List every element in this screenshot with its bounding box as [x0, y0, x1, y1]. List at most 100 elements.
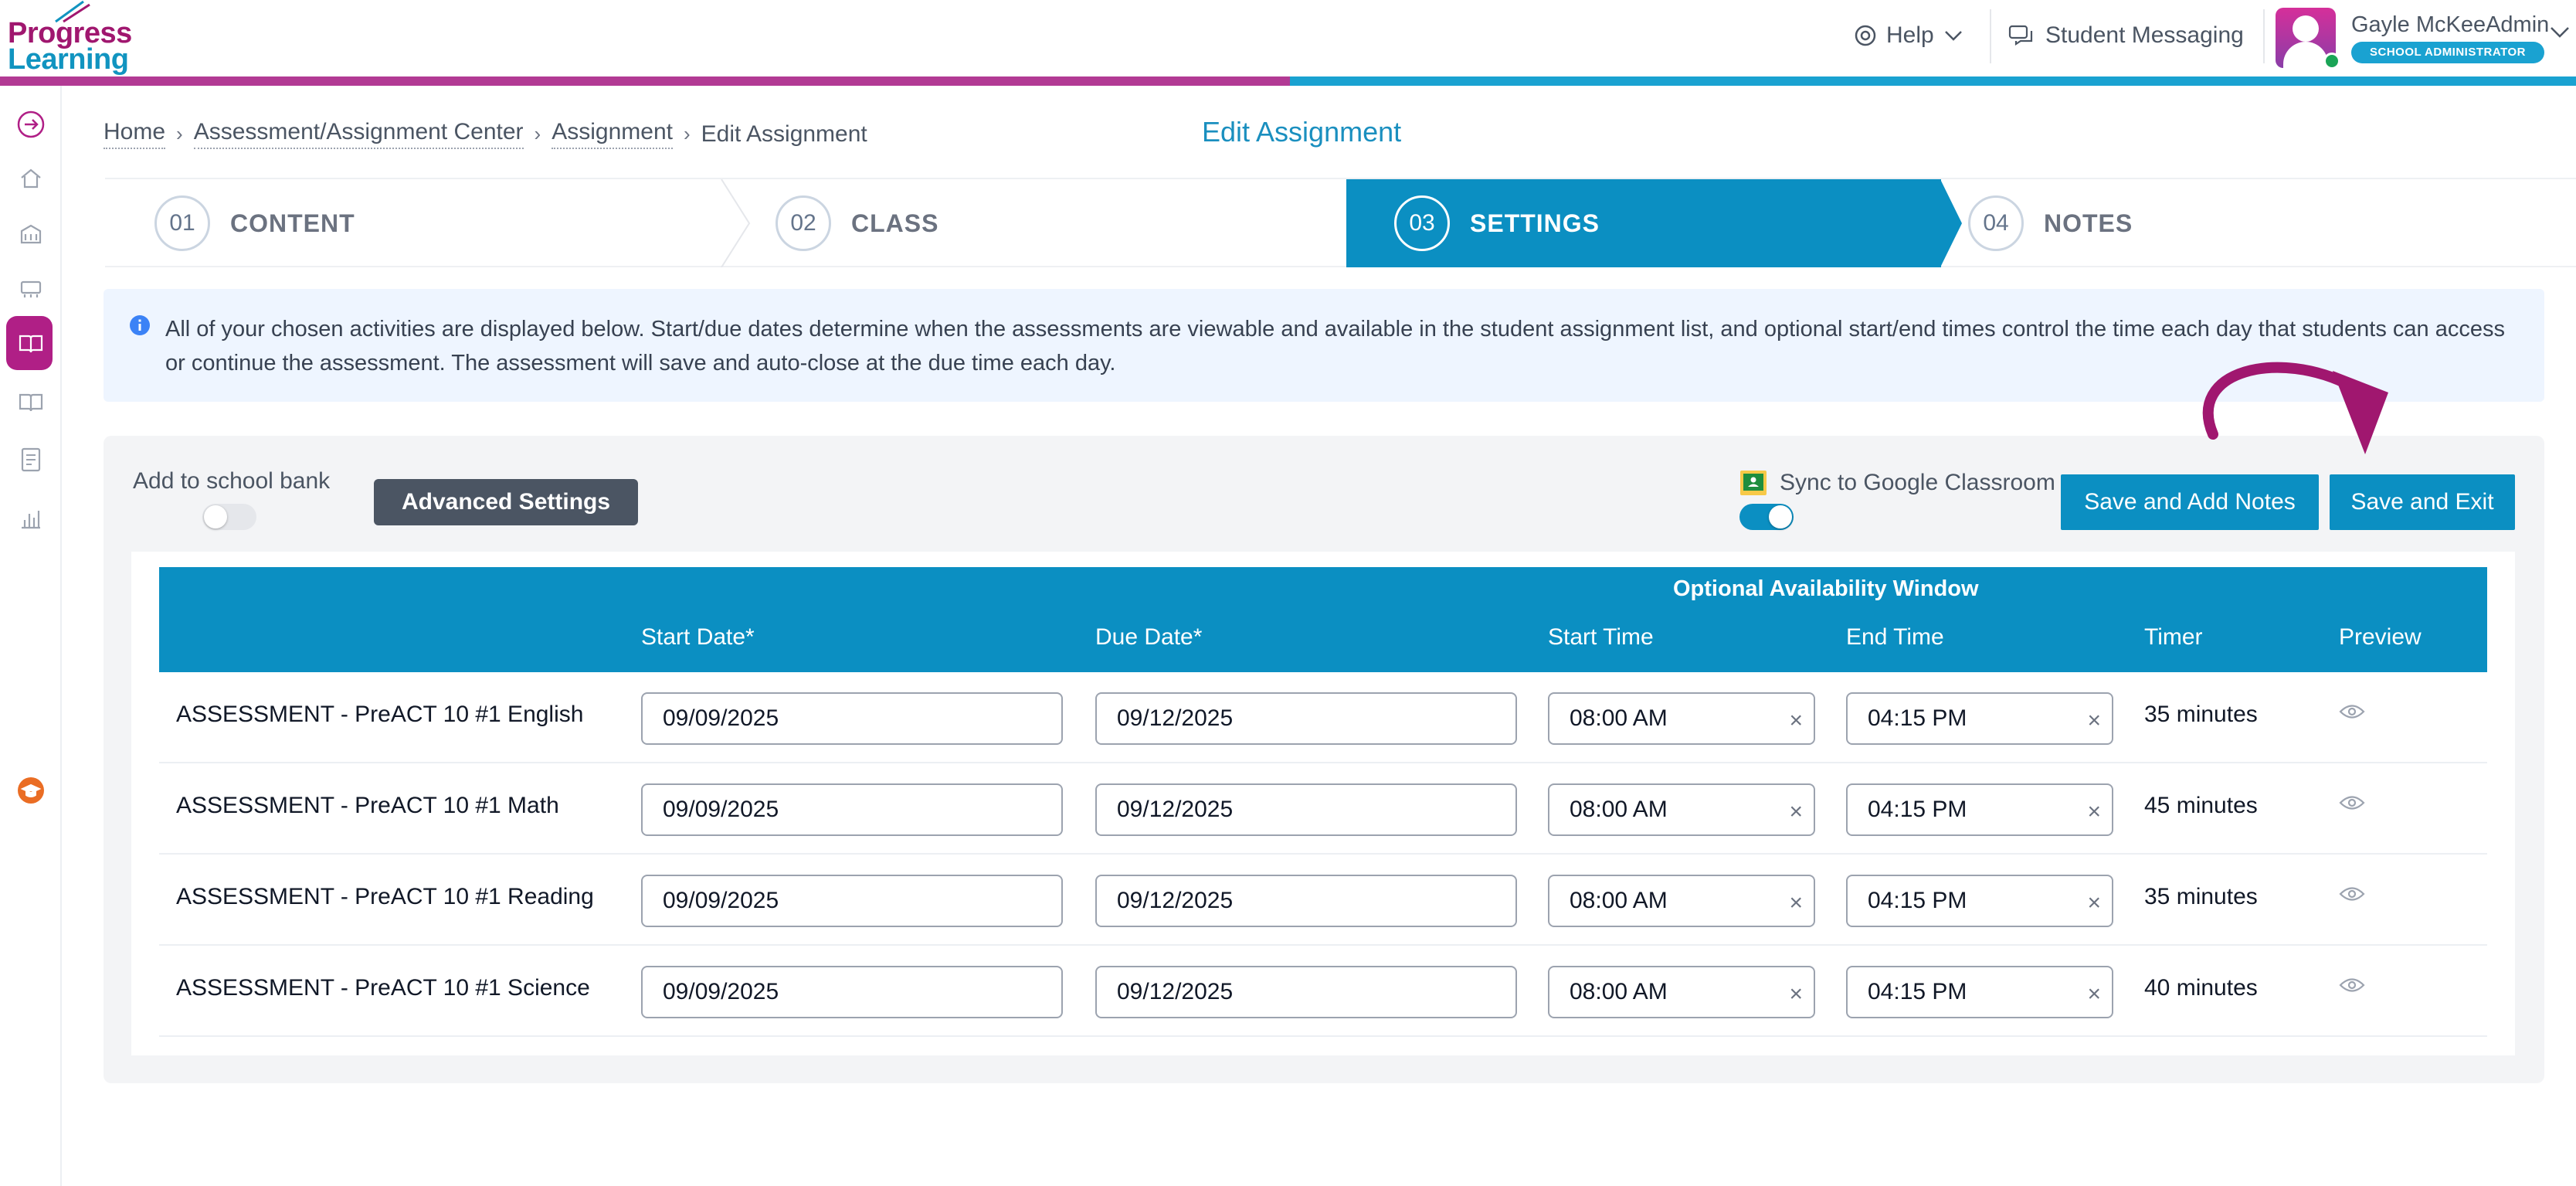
start-date-input[interactable]: 09/09/2025 [641, 692, 1063, 745]
end-time-input[interactable]: 04:15 PM × [1846, 692, 2113, 745]
google-classroom-sync: Sync to Google Classroom [1739, 470, 2055, 496]
step-number: 02 [776, 195, 831, 251]
save-and-add-notes-button[interactable]: Save and Add Notes [2061, 474, 2319, 530]
top-header: Progress Learning Help Student Messaging… [0, 0, 2576, 86]
breadcrumb-assessment-center[interactable]: Assessment/Assignment Center [193, 119, 524, 149]
start-time-input[interactable]: 08:00 AM × [1548, 692, 1815, 745]
start-date-input[interactable]: 09/09/2025 [641, 875, 1063, 927]
clear-icon[interactable]: × [2087, 708, 2101, 734]
student-messaging-link[interactable]: Student Messaging [2008, 20, 2244, 51]
due-date-input[interactable]: 09/12/2025 [1095, 875, 1517, 927]
home-icon[interactable] [15, 163, 46, 194]
advanced-settings-button[interactable]: Advanced Settings [374, 479, 638, 525]
start-time-input[interactable]: 08:00 AM × [1548, 966, 1815, 1018]
messaging-label: Student Messaging [2045, 22, 2244, 48]
assessment-name: ASSESSMENT - PreACT 10 #1 Math [176, 793, 559, 818]
clear-icon[interactable]: × [2087, 799, 2101, 825]
page-title: Edit Assignment [1202, 116, 1402, 148]
end-time-input[interactable]: 04:15 PM × [1846, 966, 2113, 1018]
progress-learning-logo[interactable]: Progress Learning [8, 0, 132, 76]
header-end-time: End Time [1846, 624, 1944, 650]
step-class[interactable]: 02 CLASS [776, 179, 1347, 267]
breadcrumb-assignment[interactable]: Assignment [552, 119, 673, 149]
annotation-arrow [2202, 362, 2388, 454]
step-number: 04 [1968, 195, 2024, 251]
end-time-value: 04:15 PM [1868, 888, 1967, 913]
save-and-exit-button[interactable]: Save and Exit [2330, 474, 2515, 530]
logo-word-2: Learning [8, 43, 129, 76]
step-divider-chevron [721, 179, 751, 267]
school-bank-label: Add to school bank [133, 468, 331, 494]
sync-google-toggle[interactable] [1739, 504, 1794, 530]
timer-value: 35 minutes [2144, 702, 2258, 727]
end-time-value: 04:15 PM [1868, 705, 1967, 731]
help-menu[interactable]: Help [1854, 20, 1963, 51]
analytics-icon[interactable] [15, 503, 46, 534]
step-label: NOTES [2044, 209, 2133, 237]
due-date-input[interactable]: 09/12/2025 [1095, 692, 1517, 745]
assignment-book-icon[interactable] [15, 328, 46, 359]
table-row: ASSESSMENT - PreACT 10 #1 English 09/09/… [159, 672, 2487, 763]
table-row: ASSESSMENT - PreACT 10 #1 Reading 09/09/… [159, 855, 2487, 946]
start-time-input[interactable]: 08:00 AM × [1548, 783, 1815, 836]
chevron-down-icon[interactable] [2549, 25, 2571, 40]
preview-eye-icon[interactable] [2339, 794, 2365, 811]
start-time-input[interactable]: 08:00 AM × [1548, 875, 1815, 927]
end-time-input[interactable]: 04:15 PM × [1846, 875, 2113, 927]
wizard-steps: 01 CONTENT 02 CLASS 03 SETTINGS 04 NOTES [105, 178, 2576, 267]
table-row: ASSESSMENT - PreACT 10 #1 Math 09/09/202… [159, 763, 2487, 855]
info-icon [130, 315, 150, 335]
expand-nav-icon[interactable] [15, 109, 46, 140]
preview-eye-icon[interactable] [2339, 885, 2365, 902]
assessment-name: ASSESSMENT - PreACT 10 #1 Reading [176, 884, 594, 909]
step-number: 01 [154, 195, 210, 251]
assessment-name: ASSESSMENT - PreACT 10 #1 English [176, 702, 584, 727]
preview-eye-icon[interactable] [2339, 703, 2365, 720]
step-settings[interactable]: 03 SETTINGS [1346, 179, 1941, 267]
header-divider [1990, 9, 1991, 63]
clear-icon[interactable]: × [1789, 890, 1803, 916]
end-time-input[interactable]: 04:15 PM × [1846, 783, 2113, 836]
left-nav-rail [0, 86, 62, 1186]
help-label: Help [1886, 22, 1934, 48]
report-icon[interactable] [15, 444, 46, 475]
graduation-cap-icon[interactable] [15, 775, 46, 806]
availability-window-header: Optional Availability Window [1673, 576, 1979, 601]
table-header: Optional Availability Window Start Date*… [159, 567, 2487, 672]
clear-icon[interactable]: × [1789, 799, 1803, 825]
step-number: 03 [1394, 195, 1450, 251]
chat-bubbles-icon [2008, 25, 2033, 46]
chevron-down-icon [1944, 31, 1962, 41]
info-text: All of your chosen activities are displa… [165, 317, 2505, 376]
clear-icon[interactable]: × [1789, 708, 1803, 734]
user-name: Gayle McKeeAdmin [2351, 12, 2550, 37]
header-start-date: Start Date* [641, 624, 755, 650]
school-bank-toggle[interactable] [202, 504, 256, 530]
clear-icon[interactable]: × [2087, 890, 2101, 916]
start-date-input[interactable]: 09/09/2025 [641, 966, 1063, 1018]
end-time-value: 04:15 PM [1868, 979, 1967, 1004]
school-icon[interactable] [15, 219, 46, 250]
brand-color-bar [0, 76, 2576, 86]
reading-book-icon[interactable] [15, 387, 46, 418]
clear-icon[interactable]: × [1789, 981, 1803, 1008]
active-step-arrow [1940, 179, 1962, 267]
start-time-value: 08:00 AM [1570, 705, 1668, 731]
start-date-input[interactable]: 09/09/2025 [641, 783, 1063, 836]
breadcrumb-home[interactable]: Home [104, 119, 166, 149]
due-date-input[interactable]: 09/12/2025 [1095, 966, 1517, 1018]
step-content[interactable]: 01 CONTENT [154, 179, 726, 267]
start-time-value: 08:00 AM [1570, 797, 1668, 822]
preview-eye-icon[interactable] [2339, 977, 2365, 994]
clear-icon[interactable]: × [2087, 981, 2101, 1008]
user-role-badge: SCHOOL ADMINISTRATOR [2351, 42, 2544, 63]
classroom-icon[interactable] [15, 274, 46, 305]
step-label: CONTENT [230, 209, 355, 237]
step-label: SETTINGS [1470, 209, 1600, 237]
assessment-name: ASSESSMENT - PreACT 10 #1 Science [176, 975, 590, 1001]
due-date-input[interactable]: 09/12/2025 [1095, 783, 1517, 836]
start-time-value: 08:00 AM [1570, 888, 1668, 913]
step-notes[interactable]: 04 NOTES [1968, 179, 2540, 267]
header-timer: Timer [2144, 624, 2203, 650]
start-time-value: 08:00 AM [1570, 979, 1668, 1004]
